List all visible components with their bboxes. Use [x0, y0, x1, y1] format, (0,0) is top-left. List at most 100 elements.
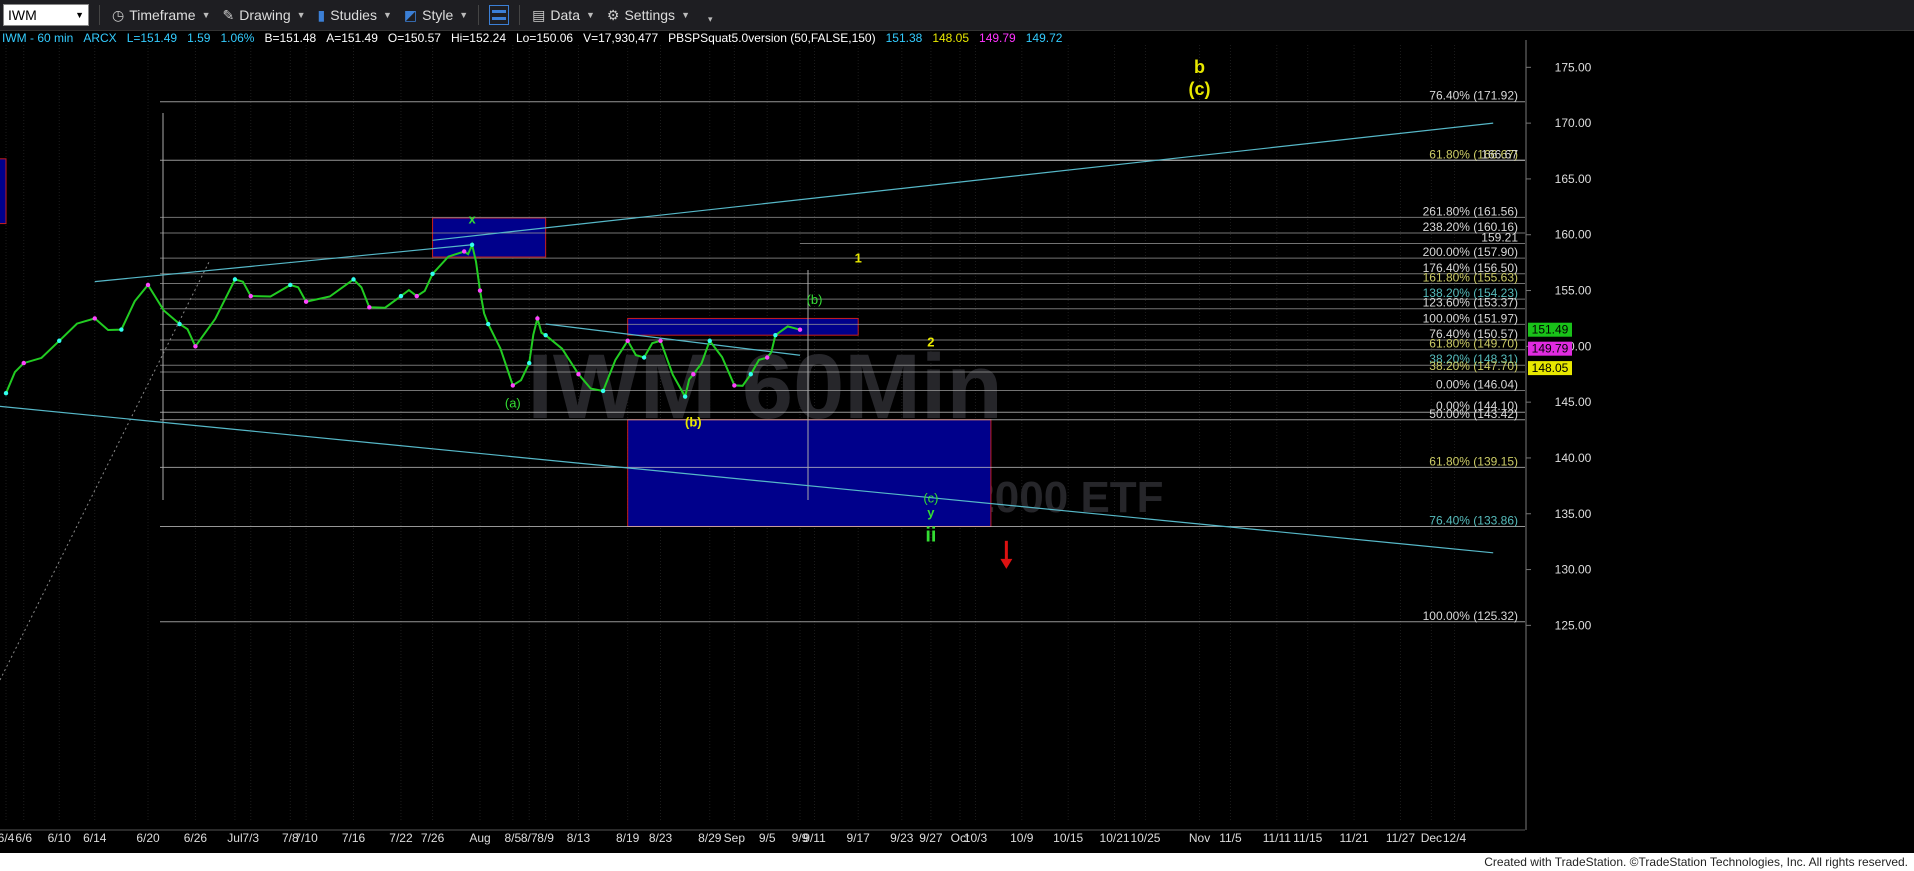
pivot-dot — [641, 355, 647, 360]
data-icon: ▤ — [532, 6, 546, 23]
fib-label: 76.40% (133.86) — [1429, 513, 1518, 527]
pivot-dot — [430, 271, 435, 276]
settings-menu[interactable]: ⚙ Settings ▼ — [607, 7, 690, 24]
x-tick-label: 9/17 — [847, 831, 871, 845]
pivot-dot — [732, 383, 737, 388]
drawing-label: Drawing — [239, 7, 291, 23]
status-low: Lo=150.06 — [516, 31, 574, 45]
fib-label: 200.00% (157.90) — [1423, 245, 1518, 259]
x-tick-label: 7/10 — [294, 831, 318, 845]
status-bar: IWM - 60 min ARCX L=151.49 1.59 1.06% B=… — [0, 31, 1062, 47]
status-volume: V=17,930,477 — [583, 31, 659, 45]
pivot-dot — [461, 249, 467, 254]
wave-label: x — [468, 212, 476, 227]
pivot-dot — [748, 372, 753, 377]
price-tag-label: 149.79 — [1532, 342, 1569, 356]
x-tick-label: 10/3 — [964, 831, 988, 845]
fib-label: 166.67 — [1481, 147, 1518, 161]
fib-label: 100.00% (151.97) — [1423, 311, 1518, 325]
study-value: 149.72 — [1025, 31, 1063, 45]
layout-icon[interactable] — [489, 5, 510, 25]
wave-label: 1 — [855, 251, 862, 266]
status-exchange: ARCX — [83, 31, 117, 45]
price-tag-label: 148.05 — [1532, 361, 1569, 375]
chevron-down-icon: ▼ — [585, 10, 595, 20]
style-label: Style — [422, 7, 454, 23]
price-axis-label: 145.00 — [1555, 395, 1592, 409]
x-tick-label: 11/11 — [1263, 831, 1292, 845]
x-tick-label: Jul — [227, 831, 242, 845]
x-tick-label: 8/9 — [537, 831, 554, 845]
pivot-dot — [232, 277, 238, 282]
x-tick-label: 9/23 — [890, 831, 914, 845]
price-chart[interactable]: IWM 60Min iShs Russell 2000 ETF 76.40% (… — [0, 0, 1914, 853]
status-last: L=151.49 — [126, 31, 178, 45]
pivot-dot — [193, 344, 198, 349]
symbol-input[interactable]: IWM ▼ — [3, 4, 89, 26]
studies-menu[interactable]: ▮ Studies ▼ — [318, 7, 392, 24]
status-ask: A=151.49 — [326, 31, 378, 45]
fib-label: 61.80% (149.70) — [1429, 337, 1518, 351]
footer: Created with TradeStation. ©TradeStation… — [0, 853, 1914, 871]
pivot-dot — [707, 338, 712, 343]
price-axis-label: 155.00 — [1555, 284, 1592, 298]
timeframe-menu[interactable]: ◷ Timeframe ▼ — [112, 7, 211, 24]
drawing-menu[interactable]: ✎ Drawing ▼ — [223, 7, 306, 24]
chevron-down-icon: ▼ — [459, 10, 469, 20]
fib-label: 50.00% (143.42) — [1429, 407, 1518, 421]
x-tick-label: 8/5 — [504, 831, 521, 845]
target-zone — [432, 217, 547, 258]
bar-chart-icon: ▮ — [317, 6, 326, 23]
wave-label: (c) — [1189, 79, 1211, 99]
x-tick-label: 10/15 — [1053, 831, 1083, 845]
price-tag-label: 151.49 — [1532, 323, 1569, 337]
pivot-dot — [303, 299, 309, 304]
status-change: 1.59 — [187, 31, 211, 45]
overflow-menu[interactable]: ▾ — [702, 6, 713, 25]
style-menu[interactable]: ◩ Style ▼ — [404, 7, 468, 24]
x-tick-label: 6/6 — [15, 831, 32, 845]
pivot-dot — [486, 321, 491, 327]
chevron-down-icon[interactable]: ▼ — [75, 10, 84, 20]
price-axis-label: 130.00 — [1555, 563, 1592, 577]
pivot-dot — [764, 355, 770, 360]
pivot-dot — [21, 360, 26, 366]
status-study: PBSPSquat5.0version (50,FALSE,150) — [668, 31, 876, 45]
price-axis-label: 140.00 — [1555, 451, 1592, 465]
x-tick-label: 9/11 — [803, 831, 826, 845]
x-tick-label: 8/19 — [616, 831, 640, 845]
x-tick-label: 6/20 — [136, 831, 160, 845]
wave-label: y — [927, 505, 935, 520]
pivot-dot — [477, 288, 483, 293]
fib-label: 38.20% (147.70) — [1429, 359, 1518, 373]
pivot-dot — [3, 391, 9, 396]
pivot-dot — [469, 242, 475, 247]
price-axis-label: 125.00 — [1555, 618, 1592, 632]
style-icon: ◩ — [403, 6, 418, 23]
fib-label: 100.00% (125.32) — [1423, 609, 1518, 623]
x-tick-label: 11/21 — [1340, 831, 1369, 845]
x-tick-label: 10/21 — [1100, 831, 1130, 845]
pivot-dot — [773, 332, 778, 338]
status-bid: B=151.48 — [264, 31, 317, 45]
price-tags: 151.49 149.79 148.05 — [1528, 322, 1572, 376]
data-menu[interactable]: ▤ Data ▼ — [532, 7, 595, 24]
status-high: Hi=152.24 — [450, 31, 506, 45]
price-axis-label: 135.00 — [1555, 507, 1592, 521]
x-tick-label: 10/9 — [1010, 831, 1034, 845]
x-tick-label: 12/4 — [1443, 831, 1467, 845]
time-axis: 6/4 6/6 6/10 6/14 6/20 6/26 Jul 7/3 7/87/10 7/16 7… — [0, 829, 1525, 845]
pencil-icon: ✎ — [222, 6, 235, 23]
pivot-dot — [625, 338, 630, 343]
x-tick-label: 7/3 — [242, 831, 259, 845]
x-tick-label: 11/5 — [1219, 831, 1242, 845]
x-tick-label: 6/14 — [83, 831, 107, 845]
studies-label: Studies — [330, 7, 377, 23]
x-tick-label: Dec — [1421, 831, 1442, 845]
fib-label: 123.60% (153.37) — [1423, 296, 1518, 310]
x-tick-label: Nov — [1189, 831, 1210, 845]
toolbar-divider — [99, 5, 100, 25]
pivot-dot — [535, 316, 540, 321]
pivot-dot — [92, 316, 97, 321]
pivot-dot — [398, 293, 404, 299]
